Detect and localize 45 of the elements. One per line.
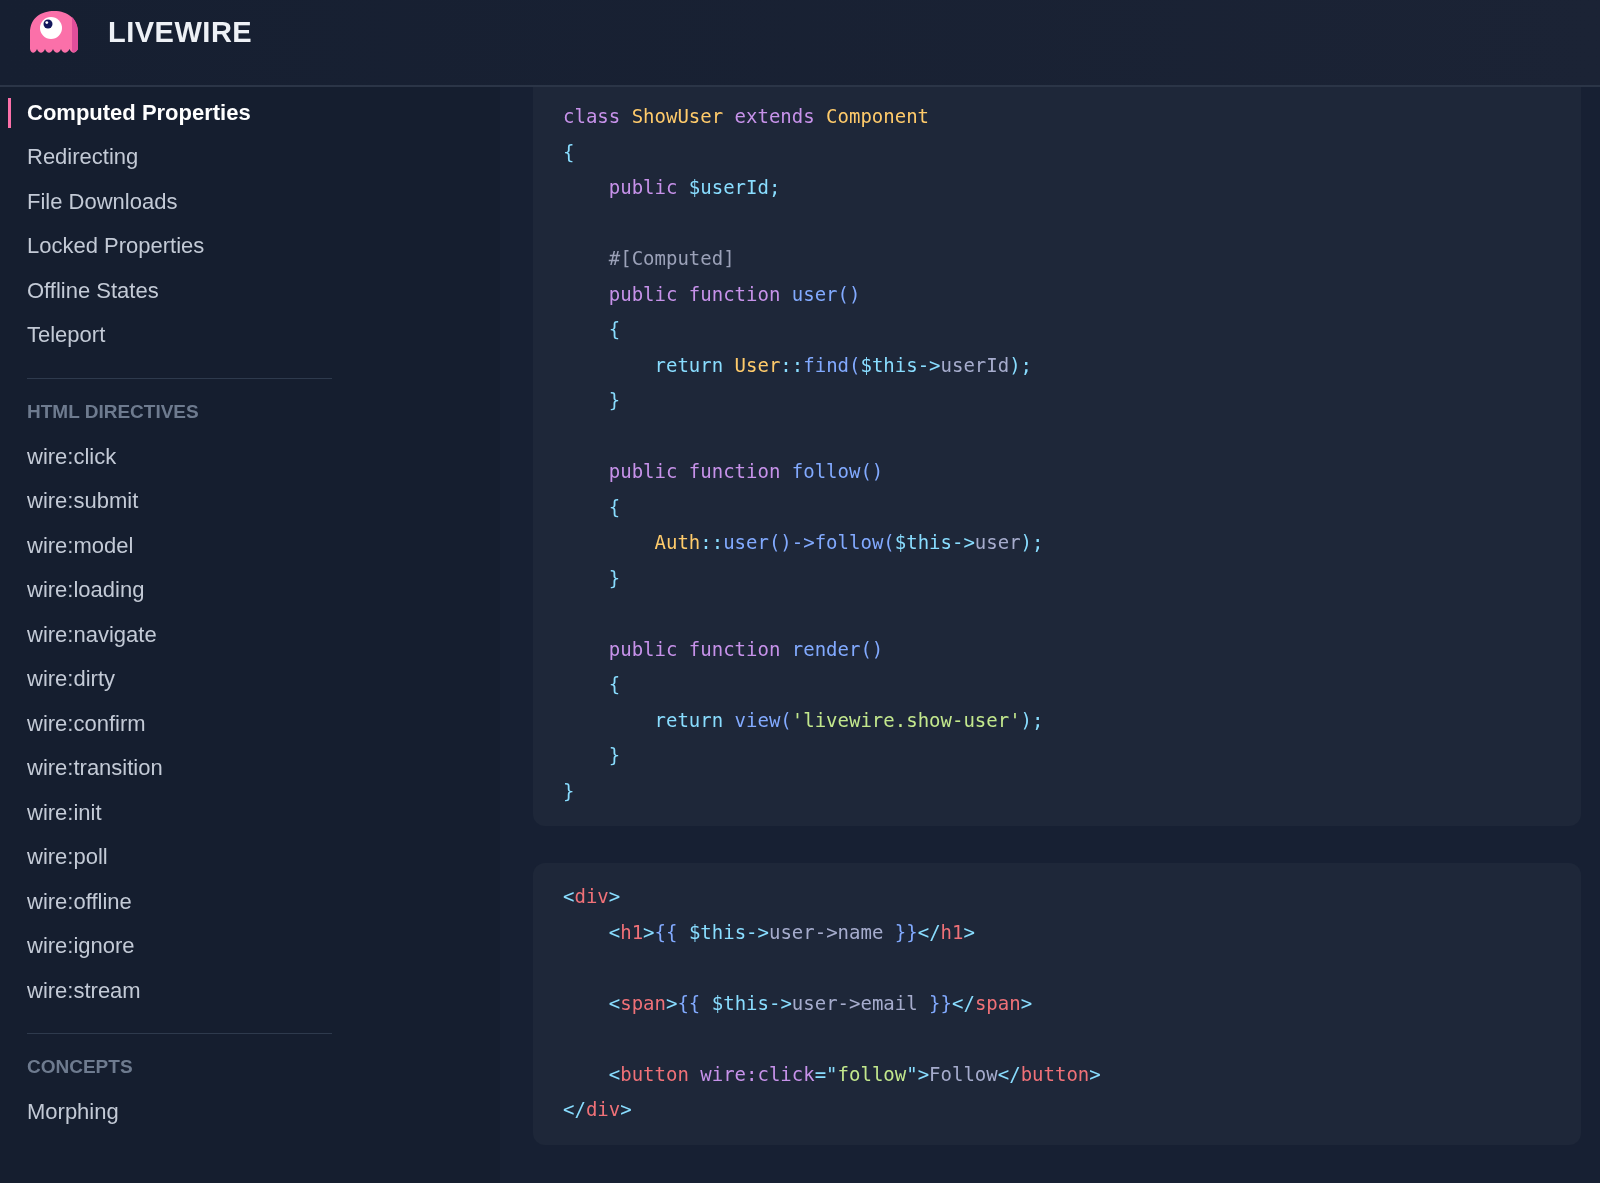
code-line: <button wire:click="follow">Follow</button>	[607, 1061, 1102, 1087]
nav-link[interactable]: Offline States	[8, 268, 159, 313]
nav-link[interactable]: wire:offline	[8, 879, 132, 924]
code-line: public function follow()	[607, 459, 885, 484]
code-line: {	[607, 317, 622, 342]
code-line: {	[607, 672, 622, 697]
code-line: public $userId;	[607, 175, 782, 200]
brand-name[interactable]: LIVEWIRE	[108, 16, 253, 49]
code-line: public function render()	[607, 636, 885, 662]
code-line: Auth::user()->follow($this->user);	[653, 530, 1045, 555]
nav-link[interactable]: Redirecting	[8, 135, 139, 180]
code-line: {	[563, 139, 576, 165]
nav-link[interactable]: Morphing	[8, 1090, 119, 1135]
nav-link[interactable]: wire:confirm	[8, 701, 146, 746]
code-line: return view('livewire.show-user');	[653, 707, 1045, 733]
nav-link[interactable]: wire:transition	[8, 746, 163, 791]
code-line: return User::find($this->userId);	[653, 352, 1034, 378]
section-heading: HTML DIRECTIVES	[26, 400, 200, 423]
code-line: public function user()	[607, 281, 862, 307]
nav-link[interactable]: wire:init	[8, 790, 102, 835]
nav-link[interactable]: wire:model	[8, 523, 134, 568]
code-line: #[Computed]	[607, 246, 736, 271]
nav-link[interactable]: wire:poll	[8, 835, 108, 880]
nav-link[interactable]: File Downloads	[8, 179, 178, 224]
code-line: <div>	[563, 884, 622, 909]
nav-link[interactable]: wire:click	[8, 434, 117, 479]
nav-link[interactable]: Teleport	[8, 313, 106, 358]
nav-link[interactable]: wire:navigate	[8, 612, 157, 657]
code-line: {	[607, 494, 622, 520]
nav-link[interactable]: wire:dirty	[8, 657, 115, 702]
nav-link[interactable]: Locked Properties	[8, 224, 205, 269]
code-line: </div>	[563, 1097, 633, 1122]
code-line: class ShowUser extends Component	[563, 104, 931, 129]
code-line: <h1>{{ $this->user->name }}</h1>	[607, 919, 976, 945]
code-line: }	[563, 778, 576, 804]
section-heading: CONCEPTS	[26, 1056, 134, 1078]
nav-link[interactable]: wire:submit	[8, 479, 139, 524]
nav-link[interactable]: wire:stream	[8, 968, 141, 1013]
code-line: <span>{{ $this->user->email }}</span>	[607, 990, 1034, 1016]
code-line: }	[607, 565, 622, 591]
nav-link[interactable]: wire:loading	[8, 568, 145, 613]
nav-link[interactable]: Computed Properties	[8, 98, 251, 128]
code-line: }	[607, 388, 622, 413]
code-line: }	[607, 743, 622, 768]
nav-link[interactable]: wire:ignore	[8, 924, 135, 969]
